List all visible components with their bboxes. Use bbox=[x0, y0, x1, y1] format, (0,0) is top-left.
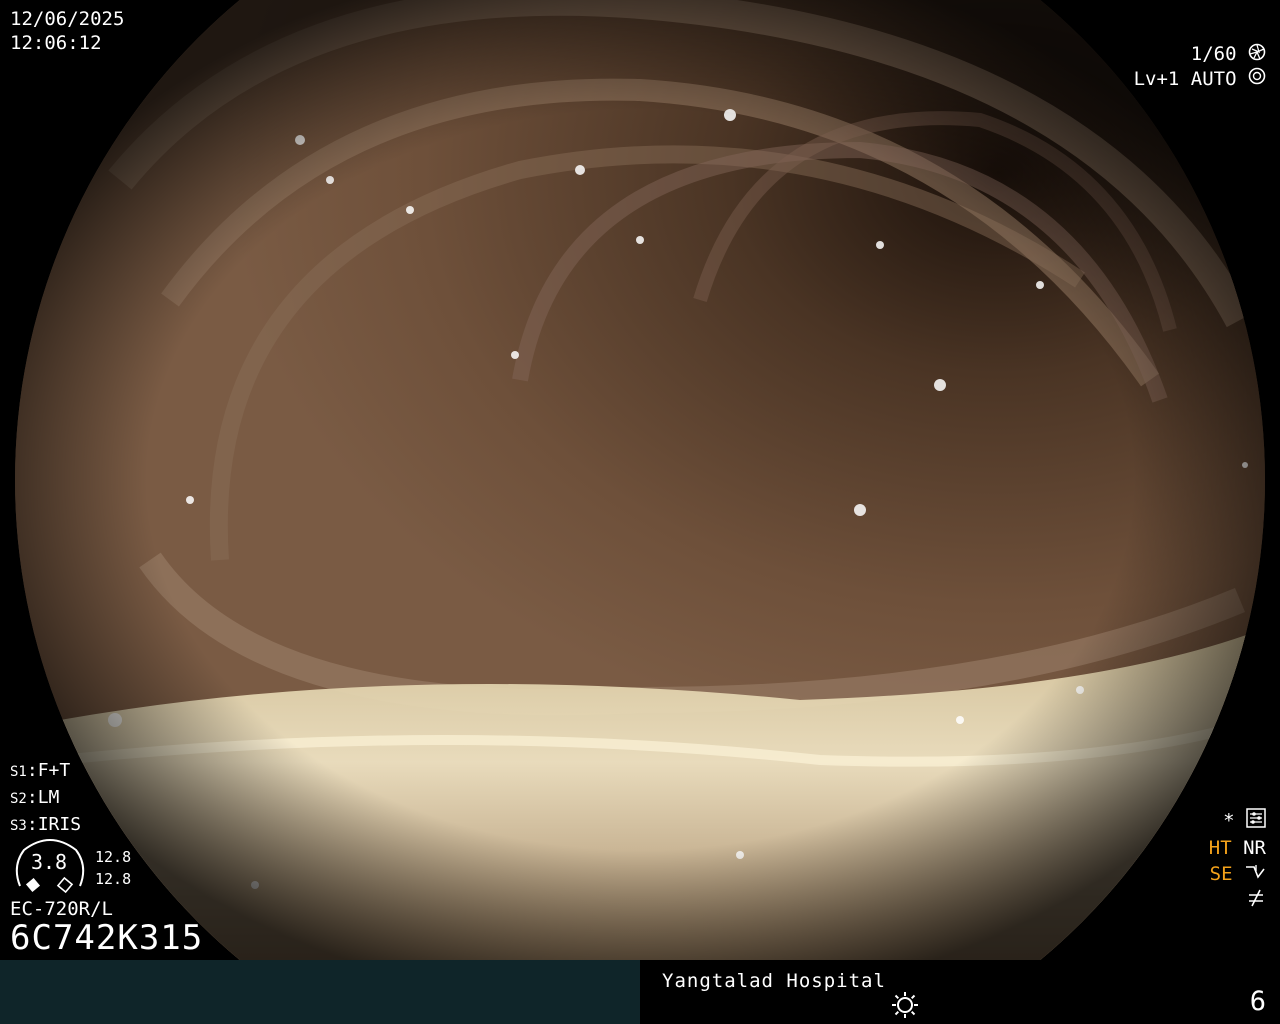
setting-row: S2:LM bbox=[10, 787, 60, 808]
footer-left-panel bbox=[0, 960, 640, 1024]
mode-text: AUTO bbox=[1190, 67, 1237, 90]
gauge-side-values: 12.8 12.8 bbox=[95, 846, 131, 890]
setting-key: S2 bbox=[10, 791, 27, 807]
time-text: 12:06:12 bbox=[10, 32, 102, 54]
setting-key: S1 bbox=[10, 764, 27, 780]
light-sun-icon bbox=[890, 990, 920, 1024]
endoscope-view bbox=[0, 0, 1280, 960]
setting-row: S3:IRIS bbox=[10, 814, 82, 835]
gauge-value: 3.8 bbox=[30, 850, 68, 874]
gauge-side-bottom: 12.8 bbox=[95, 870, 132, 888]
image-status: * HT NR SE bbox=[1209, 808, 1266, 915]
date-text: 12/06/2025 bbox=[10, 8, 125, 30]
se-indicator: SE bbox=[1209, 863, 1233, 885]
level-text: Lv+1 bbox=[1133, 67, 1180, 90]
datetime-readout: 12/06/2025 12:06:12 bbox=[10, 7, 124, 55]
setting-key: S3 bbox=[10, 818, 27, 834]
scope-model: EC-720R/L bbox=[10, 898, 113, 920]
freeze-slash-icon bbox=[1246, 888, 1266, 915]
ht-indicator: HT bbox=[1208, 837, 1232, 859]
shutter-icon bbox=[1248, 43, 1266, 67]
enhance-curve-icon bbox=[1244, 862, 1266, 888]
hospital-name: Yangtalad Hospital bbox=[662, 970, 886, 992]
shutter-text: 1/60 bbox=[1190, 43, 1237, 65]
iris-icon bbox=[1248, 67, 1266, 91]
star-marker: * bbox=[1223, 810, 1235, 832]
settings-list: S1:F+T S2:LM S3:IRIS bbox=[10, 758, 81, 839]
exposure-readout: 1/60 Lv+1 AUTO bbox=[1134, 42, 1266, 91]
setting-value: F+T bbox=[37, 760, 71, 781]
colon-image bbox=[15, 0, 1265, 960]
nr-indicator: NR bbox=[1243, 837, 1266, 859]
page-number: 6 bbox=[1249, 986, 1266, 1017]
footer-bar bbox=[0, 960, 1280, 1024]
setting-row: S1:F+T bbox=[10, 760, 71, 781]
gauge-side-top: 12.8 bbox=[95, 848, 132, 866]
scope-id: 6C742K315 bbox=[10, 918, 204, 958]
setting-value: IRIS bbox=[37, 814, 82, 835]
settings-sliders-icon bbox=[1246, 808, 1266, 835]
scope-gauge: 3.8 bbox=[10, 836, 94, 898]
setting-value: LM bbox=[37, 787, 60, 808]
